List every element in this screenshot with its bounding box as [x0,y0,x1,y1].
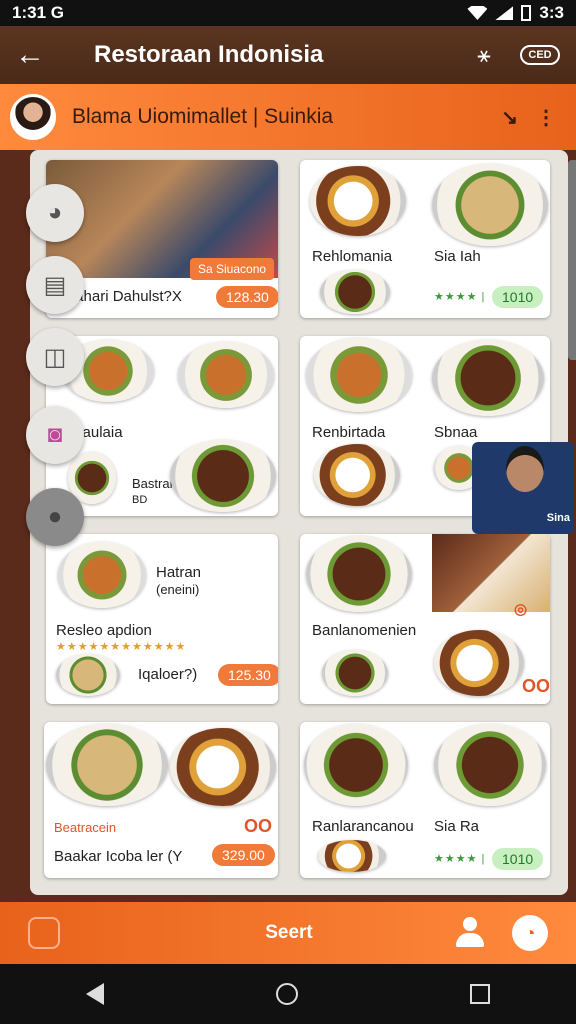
menu-item-title: Iqaloer?) [138,666,198,683]
price-badge: 329.00 [212,844,275,866]
menu-item-title: Sia Iah [434,248,481,265]
back-arrow-icon: ← [15,38,45,71]
chat-icon[interactable]: ◔ [512,915,548,951]
favorite-icon[interactable]: ◎ [514,600,527,618]
page-title: Restoraan Indonisia [94,41,324,68]
back-button[interactable]: ← [0,26,60,84]
battery-icon [521,5,532,21]
menu-item-title: Resleo apdion [56,622,152,639]
status-bar: 1:31 G 3:3 [0,0,576,26]
category-badge: Sa Siuacono [190,258,275,280]
menu-card-2[interactable]: Rehlomania Sia Iah ★★★★ | 1010 [300,160,550,318]
contacts-icon: ▤ [43,271,67,299]
dish-image [46,724,168,806]
menu-card-7[interactable]: Beatracein OO Baakar Icoba ler (Y 329.00 [44,722,278,878]
nav-back-icon[interactable] [86,983,104,1005]
dish-image [314,444,400,506]
dish-image [306,536,412,612]
menu-item-title: Banlanomenien [312,622,417,639]
host-video-thumbnail[interactable]: Sina [472,442,574,534]
menu-item-subtitle: BD [132,494,148,506]
book-icon: ◫ [43,343,67,371]
instagram-button[interactable]: ◙ [26,406,84,464]
app-bar: ← Restoraan Indonisia ⚹ CED [0,26,576,84]
rating-stars: ★★★★ | [434,853,486,865]
menu-item-subtitle: (eneini) [156,582,200,597]
menu-card-6[interactable]: ◎ Banlanomenien OO [300,534,550,704]
contacts-button[interactable]: ▤ [26,256,84,314]
restaurant-photo [432,534,550,612]
menu-item-title: Hatran [156,564,202,581]
menu-item-title: Beatracein [54,820,117,835]
signal-icon [495,6,514,20]
dish-image [434,724,546,806]
profile-bar: Blama Uiomimallet | Suinkia ↘ ⋮ [0,84,576,150]
person-icon: ● [47,503,63,530]
rating-stars: ★★★★★★★★★★★★ [56,641,187,653]
menu-item-title: Rehlomania [312,248,393,265]
price-badge: 125.30 [218,664,278,686]
menu-card-8[interactable]: Ranlarancanou Sia Ra ★★★★ | 1010 [300,722,550,878]
scrollbar[interactable] [568,160,576,360]
system-nav-bar [0,964,576,1024]
menu-item-title: Sia Ra [434,818,480,835]
dish-image [432,340,544,416]
dish-image [318,840,386,872]
menu-card-5[interactable]: Hatran (eneini) Resleo apdion ★★★★★★★★★★… [46,534,278,704]
share-icon: ⚹ [477,42,491,67]
dish-image [170,728,276,806]
dish-image [58,542,146,608]
menu-item-title: Baakar Icoba ler (Y [54,848,183,865]
instagram-icon: ◙ [47,421,63,448]
more-icon[interactable]: ⋮ [536,105,556,130]
globe-button[interactable]: ◕ [26,184,84,242]
host-name-tag: Sina [546,512,570,524]
user-icon[interactable] [454,917,486,949]
menu-item-title: Renbirtada [312,424,386,441]
dish-image [304,724,408,806]
share-button[interactable]: ⚹ [464,35,504,75]
search-button[interactable]: Seert [265,922,313,944]
status-time: 1:31 G [12,3,64,22]
dish-image [320,270,390,314]
status-battery: 3:3 [539,3,564,22]
price-badge: 1010 [492,848,544,870]
menu-item-title: Sbnaa [434,424,478,441]
expand-icon[interactable]: ↘ [501,105,518,130]
wifi-icon [467,6,488,20]
dish-image [432,164,548,246]
globe-icon: ◕ [47,199,63,226]
nav-recents-icon[interactable] [470,984,490,1004]
dish-image [322,650,388,696]
dish-image [434,630,524,696]
bottom-bar: Seert ◔ [0,902,576,964]
badge-button[interactable]: CED [520,35,560,75]
badge-icon: CED [520,45,560,65]
book-button[interactable]: ◫ [26,328,84,386]
avatar[interactable] [10,94,56,140]
dish-image [170,440,276,512]
dish-image [306,338,412,412]
menu-item-title: Ranlarancanou [312,818,414,835]
favorite-icon[interactable]: OO [244,816,272,837]
dish-image [310,166,406,236]
profile-button[interactable]: ● [26,488,84,546]
home-icon[interactable] [28,917,60,949]
profile-name: Blama Uiomimallet | Suinkia [72,105,334,128]
nav-home-icon[interactable] [276,983,298,1005]
rating-stars: ★★★★ | [434,291,486,303]
favorite-icon[interactable]: OO [522,676,550,697]
price-badge: 1010 [492,286,544,308]
dish-image [178,342,274,408]
dish-image [56,654,120,696]
host-face [506,446,544,492]
price-badge: 128.30 [216,286,278,308]
